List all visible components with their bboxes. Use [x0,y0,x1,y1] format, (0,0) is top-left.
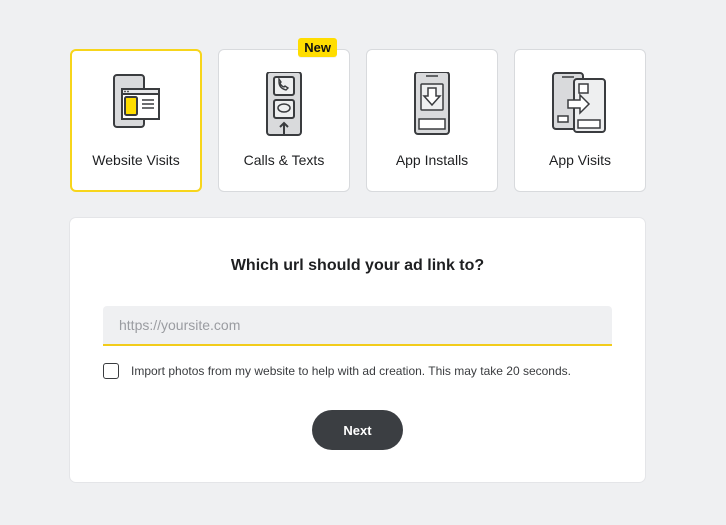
import-photos-checkbox[interactable] [103,363,119,379]
app-installs-icon [367,72,497,136]
url-input[interactable] [103,306,612,346]
calls-texts-icon [219,72,349,136]
objective-label: Calls & Texts [243,152,325,168]
objective-card-website-visits[interactable]: Website Visits [70,49,202,192]
next-button[interactable]: Next [312,410,403,450]
objective-label: App Visits [549,152,611,168]
objective-cards: Website Visits New Calls & Texts App Ins… [70,38,646,192]
objective-card-calls-texts[interactable]: New Calls & Texts [218,38,350,192]
app-visits-icon [515,72,645,134]
objective-label: App Installs [395,152,469,168]
new-badge: New [298,38,337,57]
website-visits-icon [72,72,200,128]
import-photos-label: Import photos from my website to help wi… [131,364,571,378]
objective-label: Website Visits [92,152,180,168]
form-question: Which url should your ad link to? [230,257,485,274]
objective-card-app-visits[interactable]: App Visits [514,49,646,192]
objective-card-app-installs[interactable]: App Installs [366,49,498,192]
url-form-panel: Which url should your ad link to? Import… [70,218,645,482]
import-photos-row: Import photos from my website to help wi… [103,363,571,379]
